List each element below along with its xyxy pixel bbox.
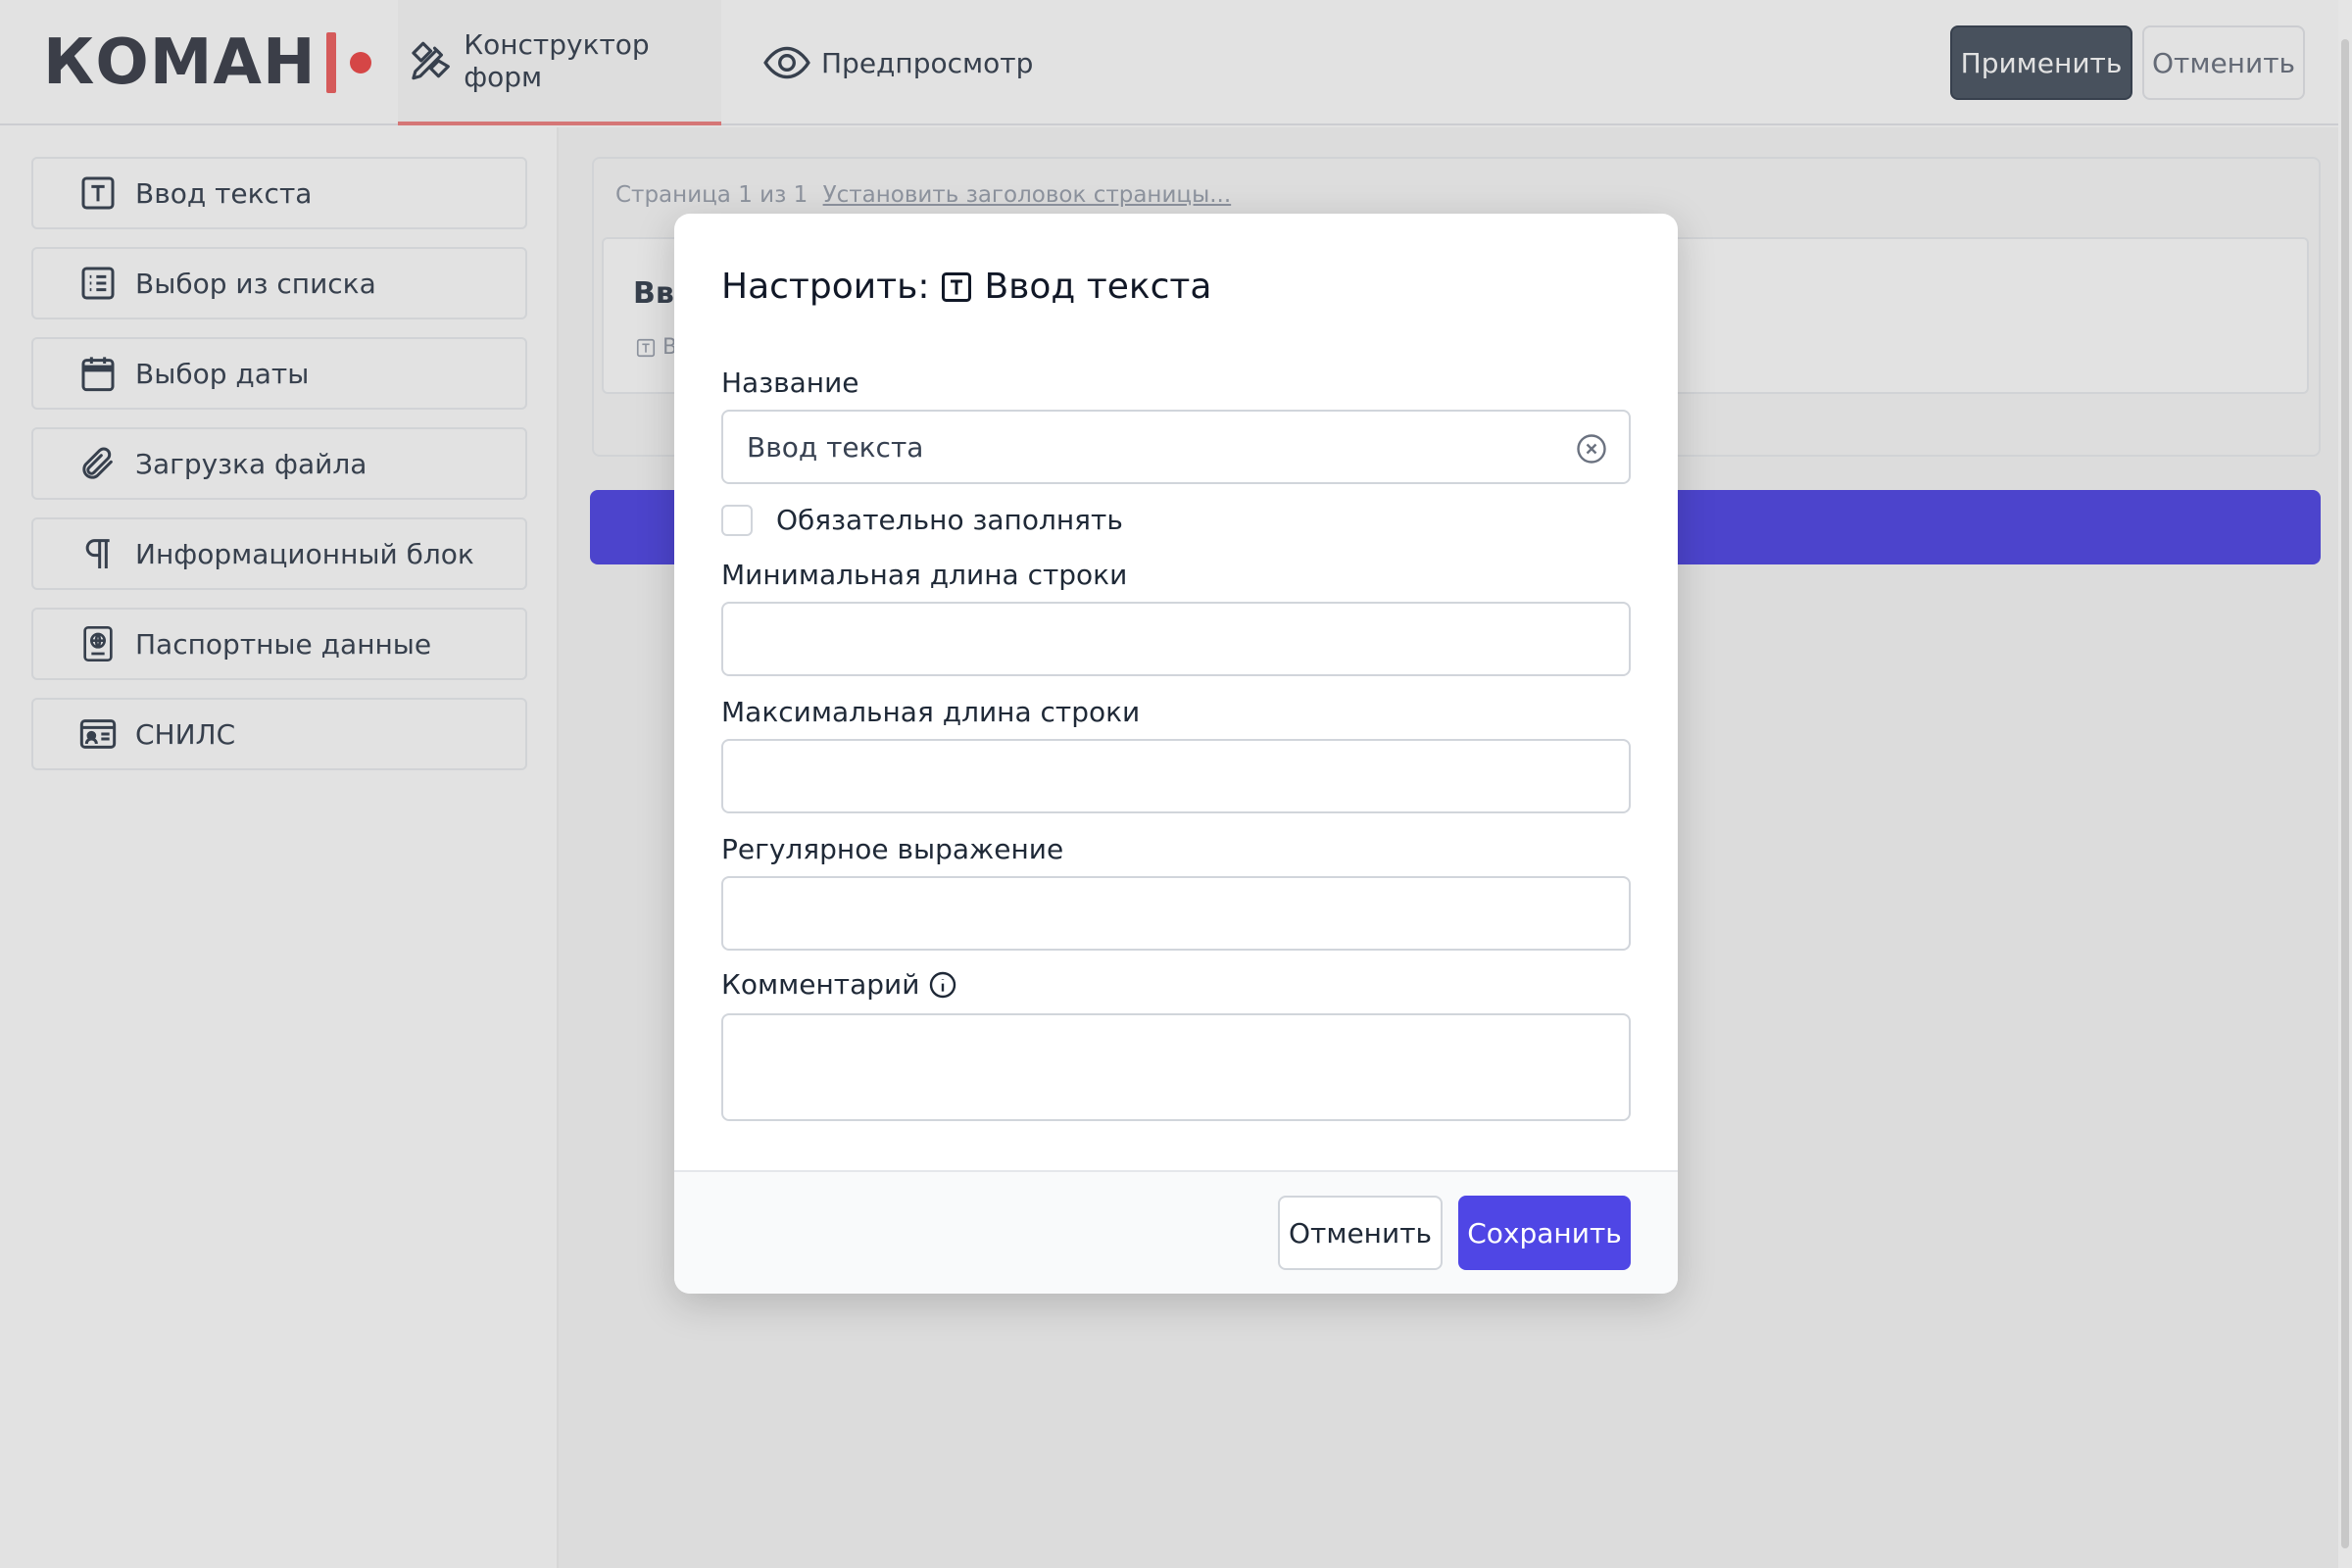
name-field[interactable]: Ввод текста (721, 410, 1631, 484)
comment-label: Комментарий (721, 968, 920, 1001)
clear-icon[interactable] (1574, 431, 1609, 466)
save-button[interactable]: Сохранить (1458, 1196, 1631, 1270)
name-field-value: Ввод текста (747, 430, 924, 464)
text-input-icon (942, 271, 972, 302)
scrollbar[interactable] (2338, 0, 2352, 1568)
required-checkbox[interactable] (721, 504, 753, 536)
regex-field[interactable] (721, 876, 1631, 951)
dialog-title: Настроить: Ввод текста (721, 267, 1211, 307)
dialog-title-prefix: Настроить: (721, 267, 930, 307)
min-length-field[interactable] (721, 602, 1631, 676)
cancel-button[interactable]: Отменить (1278, 1196, 1443, 1270)
max-length-label: Максимальная длина строки (721, 696, 1141, 728)
regex-label: Регулярное выражение (721, 833, 1064, 865)
configure-field-dialog: Настроить: Ввод текста Название Ввод тек… (674, 214, 1678, 1294)
dialog-footer: Отменить Сохранить (674, 1170, 1678, 1294)
comment-textarea[interactable] (721, 1013, 1631, 1121)
required-label: Обязательно заполнять (776, 504, 1123, 536)
min-length-label: Минимальная длина строки (721, 559, 1128, 591)
name-label: Название (721, 367, 859, 399)
info-icon[interactable] (927, 969, 958, 1001)
required-row: Обязательно заполнять (721, 504, 1123, 536)
comment-label-row: Комментарий (721, 968, 958, 1001)
max-length-field[interactable] (721, 739, 1631, 813)
dialog-title-field: Ввод текста (984, 267, 1212, 307)
scrollbar-thumb[interactable] (2341, 39, 2349, 1548)
